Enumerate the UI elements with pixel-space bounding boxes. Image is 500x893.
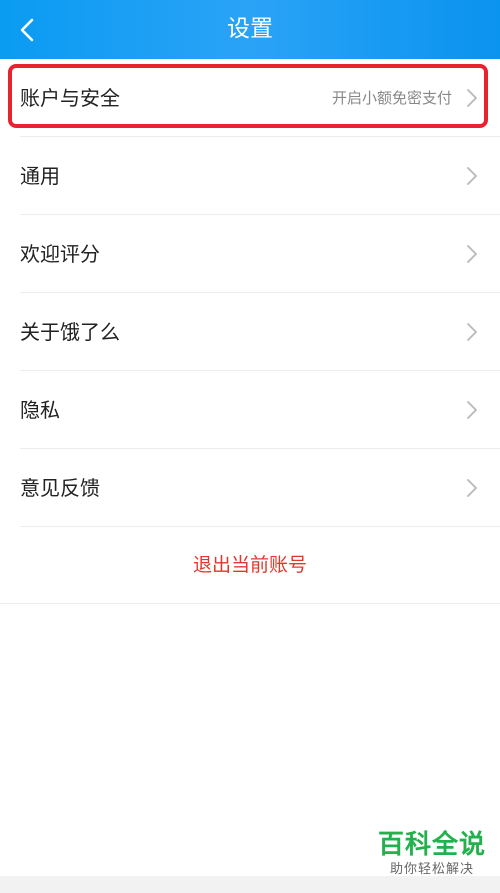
row-label: 隐私 bbox=[20, 398, 60, 422]
row-feedback[interactable]: 意见反馈 bbox=[0, 449, 500, 527]
chevron-left-icon bbox=[20, 18, 34, 42]
watermark-sub: 助你轻松解决 bbox=[389, 862, 474, 877]
row-about[interactable]: 关于饿了么 bbox=[0, 293, 500, 371]
row-label: 欢迎评分 bbox=[20, 242, 100, 266]
watermark-logo: 百科全说 助你轻松解决 bbox=[376, 829, 488, 885]
back-button[interactable] bbox=[8, 8, 48, 52]
row-privacy[interactable]: 隐私 bbox=[0, 371, 500, 449]
chevron-right-icon bbox=[467, 401, 477, 419]
chevron-right-icon bbox=[467, 89, 477, 107]
chevron-right-icon bbox=[467, 167, 477, 185]
chevron-right-icon bbox=[467, 245, 477, 263]
settings-list: 账户与安全 开启小额免密支付 通用 欢迎评分 关于饿了么 隐私 意见反馈 bbox=[0, 59, 500, 527]
row-label: 意见反馈 bbox=[20, 476, 100, 500]
header-bar: 设置 bbox=[0, 0, 500, 59]
chevron-right-icon bbox=[467, 479, 477, 497]
chevron-right-icon bbox=[467, 323, 477, 341]
watermark-main: 百科全说 bbox=[377, 830, 486, 860]
row-label: 关于饿了么 bbox=[20, 320, 120, 344]
row-label: 账户与安全 bbox=[20, 86, 120, 110]
logout-button[interactable]: 退出当前账号 bbox=[0, 527, 500, 603]
row-general[interactable]: 通用 bbox=[0, 137, 500, 215]
row-account-security[interactable]: 账户与安全 开启小额免密支付 bbox=[0, 59, 500, 137]
row-label: 通用 bbox=[20, 164, 60, 188]
divider bbox=[0, 603, 500, 604]
row-rate-us[interactable]: 欢迎评分 bbox=[0, 215, 500, 293]
page-title: 设置 bbox=[227, 16, 273, 42]
row-value: 开启小额免密支付 bbox=[331, 89, 452, 107]
